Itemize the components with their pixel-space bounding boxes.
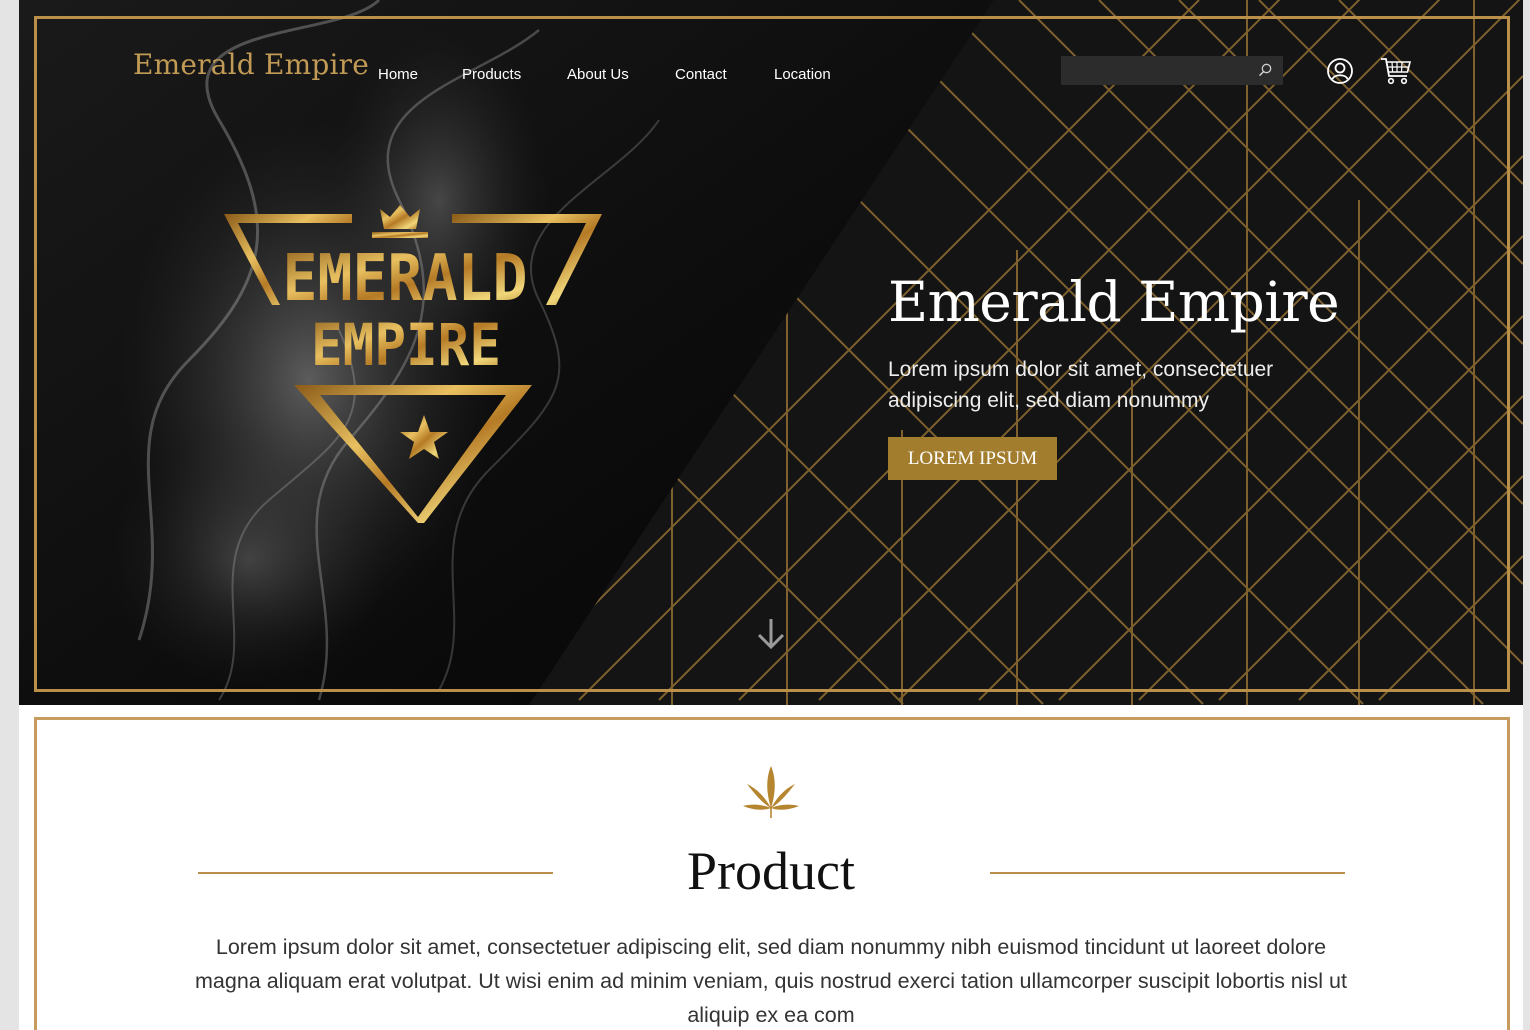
down-arrow-icon[interactable] — [755, 617, 787, 651]
hero-subtitle: Lorem ipsum dolor sit amet, consectetuer… — [888, 358, 1274, 412]
user-icon[interactable] — [1326, 57, 1354, 85]
section-description: Lorem ipsum dolor sit amet, consectetuer… — [195, 935, 1347, 1027]
cart-icon[interactable] — [1380, 56, 1412, 86]
hero-title: Emerald Empire — [888, 270, 1340, 334]
search-icon[interactable] — [1257, 62, 1273, 78]
nav-about-us[interactable]: About Us — [567, 66, 629, 83]
nav-home[interactable]: Home — [378, 66, 418, 83]
nav-contact[interactable]: Contact — [675, 66, 727, 83]
title-rule-left — [198, 872, 553, 874]
search-input[interactable] — [1061, 56, 1251, 85]
search-box — [1061, 56, 1283, 85]
section-title: Product — [687, 841, 855, 901]
logo-text-line-1: EMERALD — [283, 242, 528, 316]
nav-products[interactable]: Products — [462, 66, 521, 83]
hero-cta-button[interactable]: LOREM IPSUM — [888, 437, 1057, 480]
page: Emerald Empire Home Products About Us Co… — [19, 0, 1523, 1030]
hero-section: Emerald Empire Home Products About Us Co… — [19, 0, 1523, 705]
brand-name[interactable]: Emerald Empire — [133, 48, 369, 81]
nav-location[interactable]: Location — [774, 66, 831, 83]
logo-text-line-2: EMPIRE — [311, 311, 501, 379]
emerald-empire-logo: EMERALD EMPIRE — [224, 205, 602, 523]
title-rule-right — [990, 872, 1345, 874]
cannabis-leaf-icon — [743, 766, 799, 818]
